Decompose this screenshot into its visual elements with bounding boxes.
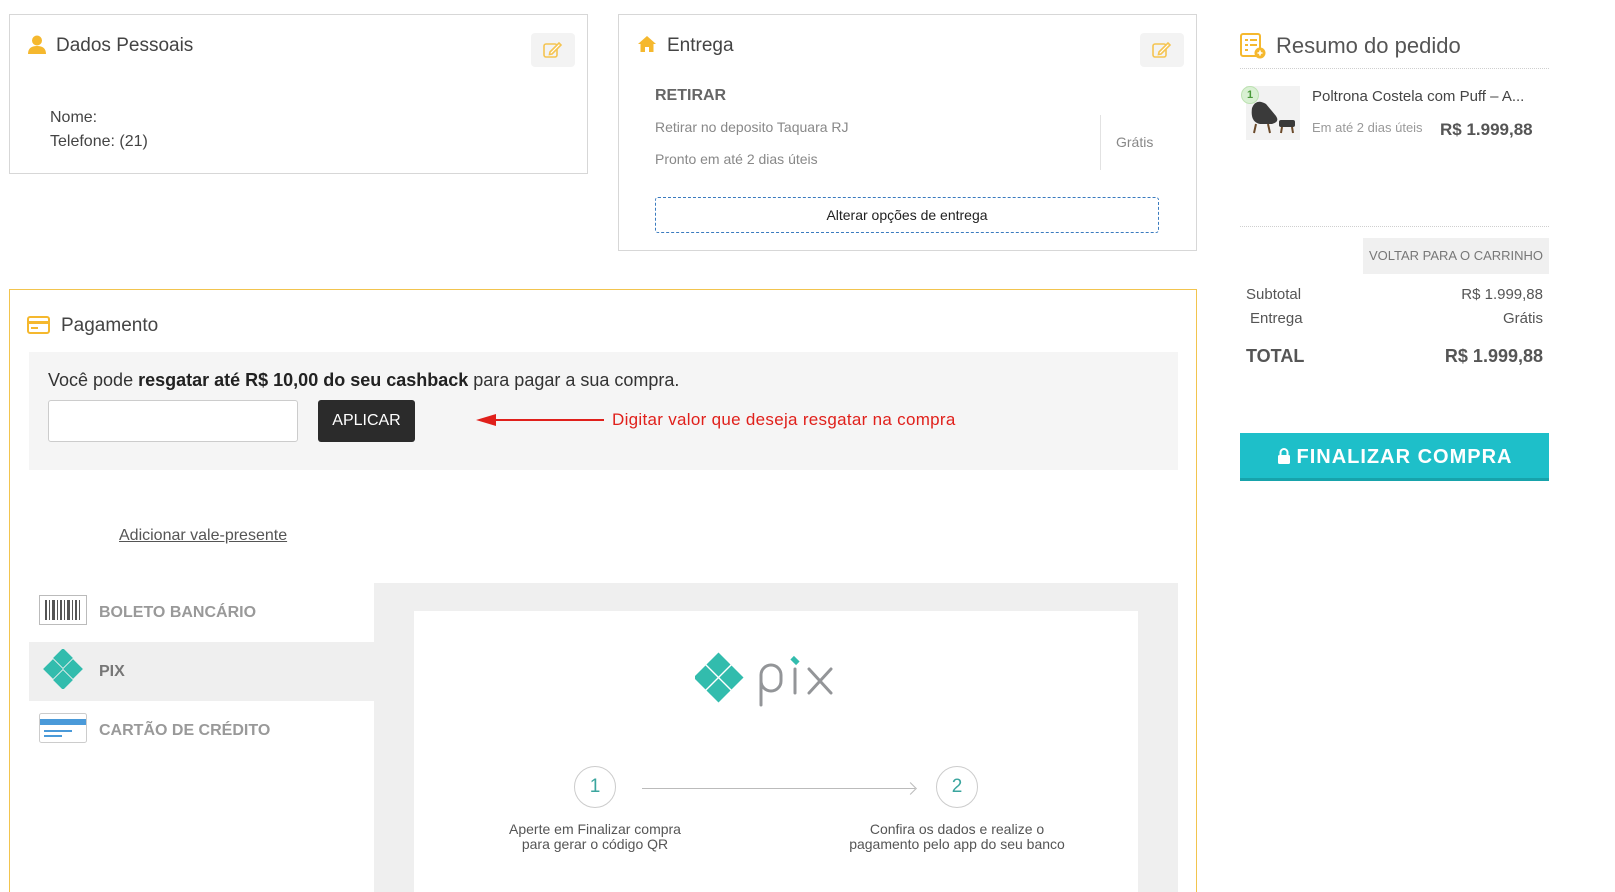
delivery-eta: Pronto em até 2 dias úteis [655, 151, 818, 167]
delivery-title: Entrega [667, 35, 734, 56]
shipping-label: Entrega [1250, 310, 1303, 327]
cashback-amount-input[interactable] [48, 400, 298, 442]
summary-title: Resumo do pedido [1276, 33, 1461, 58]
cashback-box: Você pode resgatar até R$ 10,00 do seu c… [29, 352, 1178, 470]
barcode-icon [39, 595, 87, 630]
add-gift-card-link[interactable]: Adicionar vale-presente [119, 527, 287, 545]
pix-icon [39, 648, 87, 694]
payment-methods-list: BOLETO BANCÁRIO PIX CARTÃO DE CRÉDITO [29, 583, 374, 760]
method-boleto[interactable]: BOLETO BANCÁRIO [29, 583, 374, 642]
step-2-text: Confira os dados e realize o pagamento p… [849, 821, 1065, 852]
edit-icon [543, 41, 563, 58]
user-icon [28, 35, 46, 60]
product-eta: Em até 2 dias úteis [1312, 120, 1423, 135]
step-1-badge: 1 [574, 766, 616, 808]
home-icon [637, 35, 657, 58]
phone-field: Telefone: (21) [50, 133, 148, 150]
arrow-right-icon [904, 782, 917, 795]
method-label: BOLETO BANCÁRIO [99, 603, 257, 621]
credit-card-icon [27, 316, 50, 339]
shipping-value: Grátis [1502, 310, 1543, 327]
cashback-highlight: resgatar até R$ 10,00 do seu cashback [138, 370, 469, 390]
total-value: R$ 1.999,88 [1444, 346, 1543, 366]
pix-panel: 1 2 Aperte em Finalizar compra para gera… [374, 583, 1178, 892]
product-price: R$ 1.999,88 [1440, 120, 1533, 139]
quantity-badge: 1 [1241, 86, 1259, 104]
method-label: CARTÃO DE CRÉDITO [99, 721, 271, 739]
total-label: TOTAL [1246, 346, 1305, 366]
step-2-badge: 2 [936, 766, 978, 808]
personal-data-title: Dados Pessoais [56, 35, 194, 56]
finalize-purchase-button[interactable]: FINALIZAR COMPRA [1240, 433, 1549, 481]
delivery-type: RETIRAR [655, 87, 727, 104]
arrow-left-icon [476, 412, 606, 433]
product-name[interactable]: Poltrona Costela com Puff – A... [1312, 88, 1540, 105]
pix-logo [693, 649, 860, 714]
divider [1240, 68, 1549, 69]
credit-card-icon [39, 713, 87, 748]
divider [1240, 226, 1549, 227]
edit-delivery-button[interactable] [1140, 33, 1184, 67]
back-to-cart-button[interactable]: VOLTAR PARA O CARRINHO [1363, 238, 1549, 274]
step-connector [642, 788, 915, 789]
cashback-message: Você pode resgatar até R$ 10,00 do seu c… [48, 370, 680, 390]
change-delivery-button[interactable]: Alterar opções de entrega [655, 197, 1159, 233]
step-1-text: Aperte em Finalizar compra para gerar o … [509, 821, 681, 852]
edit-personal-button[interactable] [531, 33, 575, 67]
receipt-icon [1240, 33, 1266, 64]
payment-card: Pagamento Você pode resgatar até R$ 10,0… [9, 289, 1197, 892]
subtotal-value: R$ 1.999,88 [1461, 286, 1543, 303]
method-pix[interactable]: PIX [29, 642, 374, 701]
subtotal-label: Subtotal [1246, 286, 1302, 303]
divider [1100, 115, 1101, 170]
delivery-location: Retirar no deposito Taquara RJ [655, 119, 849, 135]
apply-cashback-button[interactable]: APLICAR [318, 400, 415, 442]
delivery-card: Entrega RETIRAR Retirar no deposito Taqu… [618, 14, 1197, 251]
payment-title: Pagamento [61, 315, 159, 336]
method-label: PIX [99, 662, 125, 680]
finalize-label: FINALIZAR COMPRA [1296, 446, 1513, 468]
name-field: Nome: [50, 109, 98, 126]
annotation-text: Digitar valor que deseja resgatar na com… [612, 410, 956, 429]
method-credit-card[interactable]: CARTÃO DE CRÉDITO [29, 701, 374, 760]
delivery-price: Grátis [1116, 134, 1154, 150]
personal-data-card: Dados Pessoais Nome: Telefone: (21) [9, 14, 588, 174]
lock-icon [1277, 448, 1290, 464]
order-summary: Resumo do pedido 1 Poltrona Costela com … [1240, 0, 1549, 892]
edit-icon [1152, 41, 1172, 58]
pix-instructions: 1 2 Aperte em Finalizar compra para gera… [414, 611, 1138, 892]
